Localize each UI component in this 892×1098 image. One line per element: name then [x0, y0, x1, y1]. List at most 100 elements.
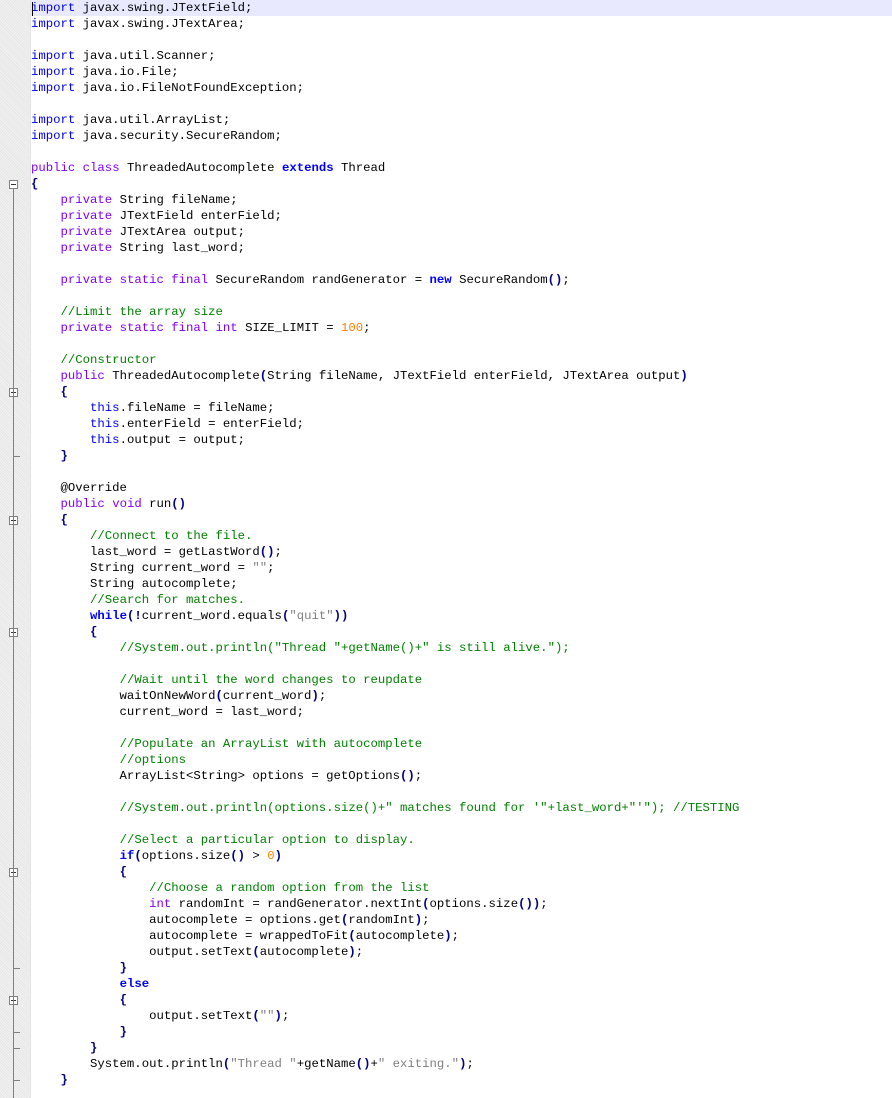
- code-line[interactable]: //Populate an ArrayList with autocomplet…: [31, 736, 892, 752]
- code-line[interactable]: [31, 256, 892, 272]
- code-line[interactable]: import java.util.Scanner;: [31, 48, 892, 64]
- code-token: }: [60, 1073, 68, 1087]
- code-line[interactable]: int randomInt = randGenerator.nextInt(op…: [31, 896, 892, 912]
- code-line[interactable]: {: [31, 992, 892, 1008]
- code-line[interactable]: System.out.println("Thread "+getName()+"…: [31, 1056, 892, 1072]
- code-token: //Wait until the word changes to reupdat…: [119, 673, 423, 687]
- code-line[interactable]: }: [31, 1024, 892, 1040]
- code-line[interactable]: }: [31, 1040, 892, 1056]
- code-line[interactable]: this.output = output;: [31, 432, 892, 448]
- code-line[interactable]: [31, 816, 892, 832]
- code-line[interactable]: private String last_word;: [31, 240, 892, 256]
- code-token: last_word = getLastWord: [31, 545, 260, 559]
- code-line[interactable]: this.fileName = fileName;: [31, 400, 892, 416]
- fold-end-marker: [13, 1080, 20, 1081]
- code-line[interactable]: private JTextArea output;: [31, 224, 892, 240]
- code-line[interactable]: [31, 32, 892, 48]
- code-line[interactable]: //Limit the array size: [31, 304, 892, 320]
- code-token: (): [399, 769, 415, 783]
- code-line[interactable]: //Select a particular option to display.: [31, 832, 892, 848]
- code-line[interactable]: import javax.swing.JTextField;: [31, 0, 892, 16]
- code-token: System.out.println: [31, 1057, 223, 1071]
- code-line[interactable]: //Choose a random option from the list: [31, 880, 892, 896]
- code-line[interactable]: waitOnNewWord(current_word);: [31, 688, 892, 704]
- code-line[interactable]: private String fileName;: [31, 192, 892, 208]
- code-line[interactable]: if(options.size() > 0): [31, 848, 892, 864]
- code-token: ;: [540, 897, 548, 911]
- code-line[interactable]: [31, 784, 892, 800]
- code-line[interactable]: //Connect to the file.: [31, 528, 892, 544]
- code-token: //Limit the array size: [60, 305, 223, 319]
- code-token: 100: [341, 321, 364, 335]
- code-line[interactable]: private static final int SIZE_LIMIT = 10…: [31, 320, 892, 336]
- code-token: public: [60, 497, 105, 511]
- code-line[interactable]: [31, 336, 892, 352]
- code-line[interactable]: {: [31, 176, 892, 192]
- code-line[interactable]: [31, 656, 892, 672]
- code-line[interactable]: String current_word = "";: [31, 560, 892, 576]
- code-line[interactable]: import java.io.FileNotFoundException;: [31, 80, 892, 96]
- code-line[interactable]: {: [31, 512, 892, 528]
- code-line[interactable]: [31, 720, 892, 736]
- fold-toggle-icon[interactable]: [9, 180, 18, 189]
- code-token: ;: [363, 321, 371, 335]
- code-line[interactable]: }: [31, 960, 892, 976]
- code-token: String fileName, JTextField enterField, …: [267, 369, 681, 383]
- code-line[interactable]: @Override: [31, 480, 892, 496]
- code-token: .fileName = fileName;: [119, 401, 275, 415]
- code-line[interactable]: import java.io.File;: [31, 64, 892, 80]
- code-line[interactable]: autocomplete = options.get(randomInt);: [31, 912, 892, 928]
- code-token: SecureRandom: [451, 273, 548, 287]
- code-line[interactable]: [31, 288, 892, 304]
- code-line[interactable]: import javax.swing.JTextArea;: [31, 16, 892, 32]
- code-token: public: [31, 161, 76, 175]
- code-line[interactable]: //Wait until the word changes to reupdat…: [31, 672, 892, 688]
- code-line[interactable]: //System.out.println("Thread "+getName()…: [31, 640, 892, 656]
- code-line[interactable]: public ThreadedAutocomplete(String fileN…: [31, 368, 892, 384]
- code-line[interactable]: [31, 144, 892, 160]
- code-line[interactable]: else: [31, 976, 892, 992]
- code-line[interactable]: import java.security.SecureRandom;: [31, 128, 892, 144]
- code-line[interactable]: String autocomplete;: [31, 576, 892, 592]
- code-line[interactable]: //Search for matches.: [31, 592, 892, 608]
- code-token: ): [348, 945, 356, 959]
- code-line[interactable]: {: [31, 864, 892, 880]
- code-line[interactable]: [31, 96, 892, 112]
- code-line[interactable]: ArrayList<String> options = getOptions()…: [31, 768, 892, 784]
- code-line[interactable]: }: [31, 1072, 892, 1088]
- code-token: String autocomplete;: [31, 577, 238, 591]
- code-line[interactable]: private JTextField enterField;: [31, 208, 892, 224]
- code-line[interactable]: [31, 464, 892, 480]
- code-line[interactable]: //System.out.println(options.size()+" ma…: [31, 800, 892, 816]
- code-token: +: [370, 1057, 378, 1071]
- code-line[interactable]: public void run(): [31, 496, 892, 512]
- code-line[interactable]: {: [31, 384, 892, 400]
- code-line[interactable]: output.setText(autocomplete);: [31, 944, 892, 960]
- code-line[interactable]: while(!current_word.equals("quit")): [31, 608, 892, 624]
- code-line[interactable]: private static final SecureRandom randGe…: [31, 272, 892, 288]
- code-token: }: [119, 961, 127, 975]
- code-token: private: [60, 273, 113, 287]
- code-line[interactable]: autocomplete = wrappedToFit(autocomplete…: [31, 928, 892, 944]
- code-line[interactable]: //Constructor: [31, 352, 892, 368]
- code-token: "": [259, 1009, 275, 1023]
- code-line[interactable]: output.setText("");: [31, 1008, 892, 1024]
- code-editor[interactable]: import javax.swing.JTextField; import jav…: [31, 0, 892, 1098]
- code-token: //Search for matches.: [90, 593, 246, 607]
- code-line[interactable]: current_word = last_word;: [31, 704, 892, 720]
- code-line[interactable]: last_word = getLastWord();: [31, 544, 892, 560]
- code-line[interactable]: //options: [31, 752, 892, 768]
- code-line[interactable]: public class ThreadedAutocomplete extend…: [31, 160, 892, 176]
- code-token: Thread: [333, 161, 386, 175]
- code-line[interactable]: this.enterField = enterField;: [31, 416, 892, 432]
- code-line[interactable]: }: [31, 448, 892, 464]
- code-token: @Override: [31, 481, 127, 495]
- code-token: autocomplete = wrappedToFit: [31, 929, 349, 943]
- code-line[interactable]: import java.util.ArrayList;: [31, 112, 892, 128]
- code-line[interactable]: {: [31, 624, 892, 640]
- code-token: autocomplete: [259, 945, 349, 959]
